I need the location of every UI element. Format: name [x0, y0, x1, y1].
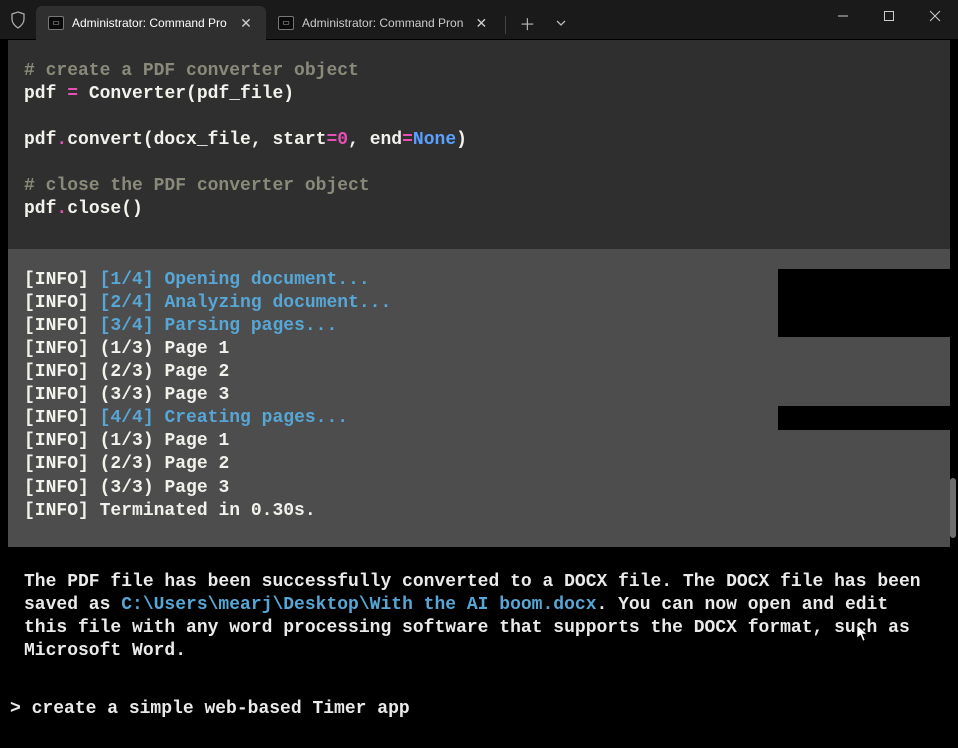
close-icon[interactable]: ✕: [471, 13, 491, 33]
log-phase: (1/3): [100, 339, 154, 359]
log-phase: (3/3): [100, 385, 154, 405]
code-keyword: None: [413, 130, 456, 150]
tab-title: Administrator: Command Pron: [302, 16, 463, 30]
prompt-input-text: create a simple web-based Timer app: [32, 699, 410, 719]
log-phase: [4/4]: [100, 408, 154, 428]
log-tag: [INFO]: [24, 385, 100, 405]
output-block: [INFO] [1/4] Opening document... [INFO] […: [8, 249, 950, 546]
terminal-content: # create a PDF converter object pdf = Co…: [0, 40, 958, 719]
log-tag: [INFO]: [24, 362, 100, 382]
mouse-cursor-icon: [856, 624, 870, 647]
code-token: , end: [348, 130, 402, 150]
log-text: Page 1: [154, 431, 230, 451]
prompt-marker: >: [10, 699, 32, 719]
log-text: Page 3: [154, 478, 230, 498]
code-block: # create a PDF converter object pdf = Co…: [8, 40, 950, 249]
log-text: Page 1: [154, 339, 230, 359]
redaction-strip: [778, 406, 950, 430]
log-tag: [INFO]: [24, 478, 100, 498]
code-token: ): [456, 130, 467, 150]
code-comment: # close the PDF converter object: [24, 176, 370, 196]
result-message: The PDF file has been successfully conve…: [0, 547, 958, 663]
log-text: Opening document...: [154, 270, 370, 290]
tab-title: Administrator: Command Pro: [72, 16, 228, 30]
prompt-line[interactable]: > create a simple web-based Timer app: [0, 663, 958, 719]
log-text: Page 2: [154, 362, 230, 382]
log-tag: [INFO]: [24, 408, 100, 428]
log-text: Parsing pages...: [154, 316, 338, 336]
log-phase: [3/4]: [100, 316, 154, 336]
log-phase: (2/3): [100, 362, 154, 382]
close-window-button[interactable]: [912, 0, 958, 32]
code-comment: # create a PDF converter object: [24, 61, 359, 81]
output-line: [INFO] (1/3) Page 1: [24, 338, 934, 361]
code-operator: =: [67, 84, 78, 104]
close-icon[interactable]: ✕: [236, 13, 256, 33]
log-tag: [INFO]: [24, 501, 100, 521]
scrollbar-thumb[interactable]: [950, 478, 956, 538]
output-line: [INFO] (2/3) Page 2: [24, 453, 934, 476]
tab-strip: ▭ Administrator: Command Pro ✕ ▭ Adminis…: [36, 0, 578, 40]
tab-divider: [505, 16, 506, 34]
code-token: convert(docx_file, start: [67, 130, 326, 150]
cmd-icon: ▭: [278, 16, 294, 30]
redaction-strip: [778, 269, 950, 337]
code-token: pdf: [24, 84, 67, 104]
shield-icon: [0, 0, 36, 40]
cmd-icon: ▭: [48, 16, 64, 30]
tab-dropdown-button[interactable]: [544, 6, 578, 40]
minimize-button[interactable]: [820, 0, 866, 32]
log-tag: [INFO]: [24, 270, 100, 290]
log-phase: (3/3): [100, 478, 154, 498]
code-token: pdf: [24, 199, 56, 219]
output-line: [INFO] (2/3) Page 2: [24, 361, 934, 384]
code-operator: =: [326, 130, 337, 150]
output-line: [INFO] Terminated in 0.30s.: [24, 500, 934, 523]
code-dot: .: [56, 130, 67, 150]
code-number: 0: [337, 130, 348, 150]
log-phase: [1/4]: [100, 270, 154, 290]
output-line: [INFO] (3/3) Page 3: [24, 477, 934, 500]
code-token: pdf: [24, 130, 56, 150]
maximize-button[interactable]: [866, 0, 912, 32]
log-tag: [INFO]: [24, 431, 100, 451]
log-text: Page 2: [154, 454, 230, 474]
log-tag: [INFO]: [24, 293, 100, 313]
new-tab-button[interactable]: ＋: [510, 6, 544, 40]
code-operator: =: [402, 130, 413, 150]
log-text: Page 3: [154, 385, 230, 405]
code-dot: .: [56, 199, 67, 219]
code-token: Converter(pdf_file): [78, 84, 294, 104]
tab-cmd-1[interactable]: ▭ Administrator: Command Pro ✕: [36, 6, 266, 40]
log-tag: [INFO]: [24, 339, 100, 359]
log-text: Creating pages...: [154, 408, 348, 428]
output-line: [INFO] (3/3) Page 3: [24, 384, 934, 407]
titlebar: ▭ Administrator: Command Pro ✕ ▭ Adminis…: [0, 0, 958, 40]
log-phase: (2/3): [100, 454, 154, 474]
file-path: C:\Users\mearj\Desktop\With the AI boom.…: [121, 595, 596, 615]
output-line: [INFO] (1/3) Page 1: [24, 430, 934, 453]
window-controls: [820, 0, 958, 40]
log-phase: (1/3): [100, 431, 154, 451]
log-tag: [INFO]: [24, 454, 100, 474]
log-text: Terminated in 0.30s.: [100, 501, 316, 521]
tab-cmd-2[interactable]: ▭ Administrator: Command Pron ✕: [266, 6, 501, 40]
log-text: Analyzing document...: [154, 293, 392, 313]
log-tag: [INFO]: [24, 316, 100, 336]
code-token: close(): [67, 199, 143, 219]
log-phase: [2/4]: [100, 293, 154, 313]
